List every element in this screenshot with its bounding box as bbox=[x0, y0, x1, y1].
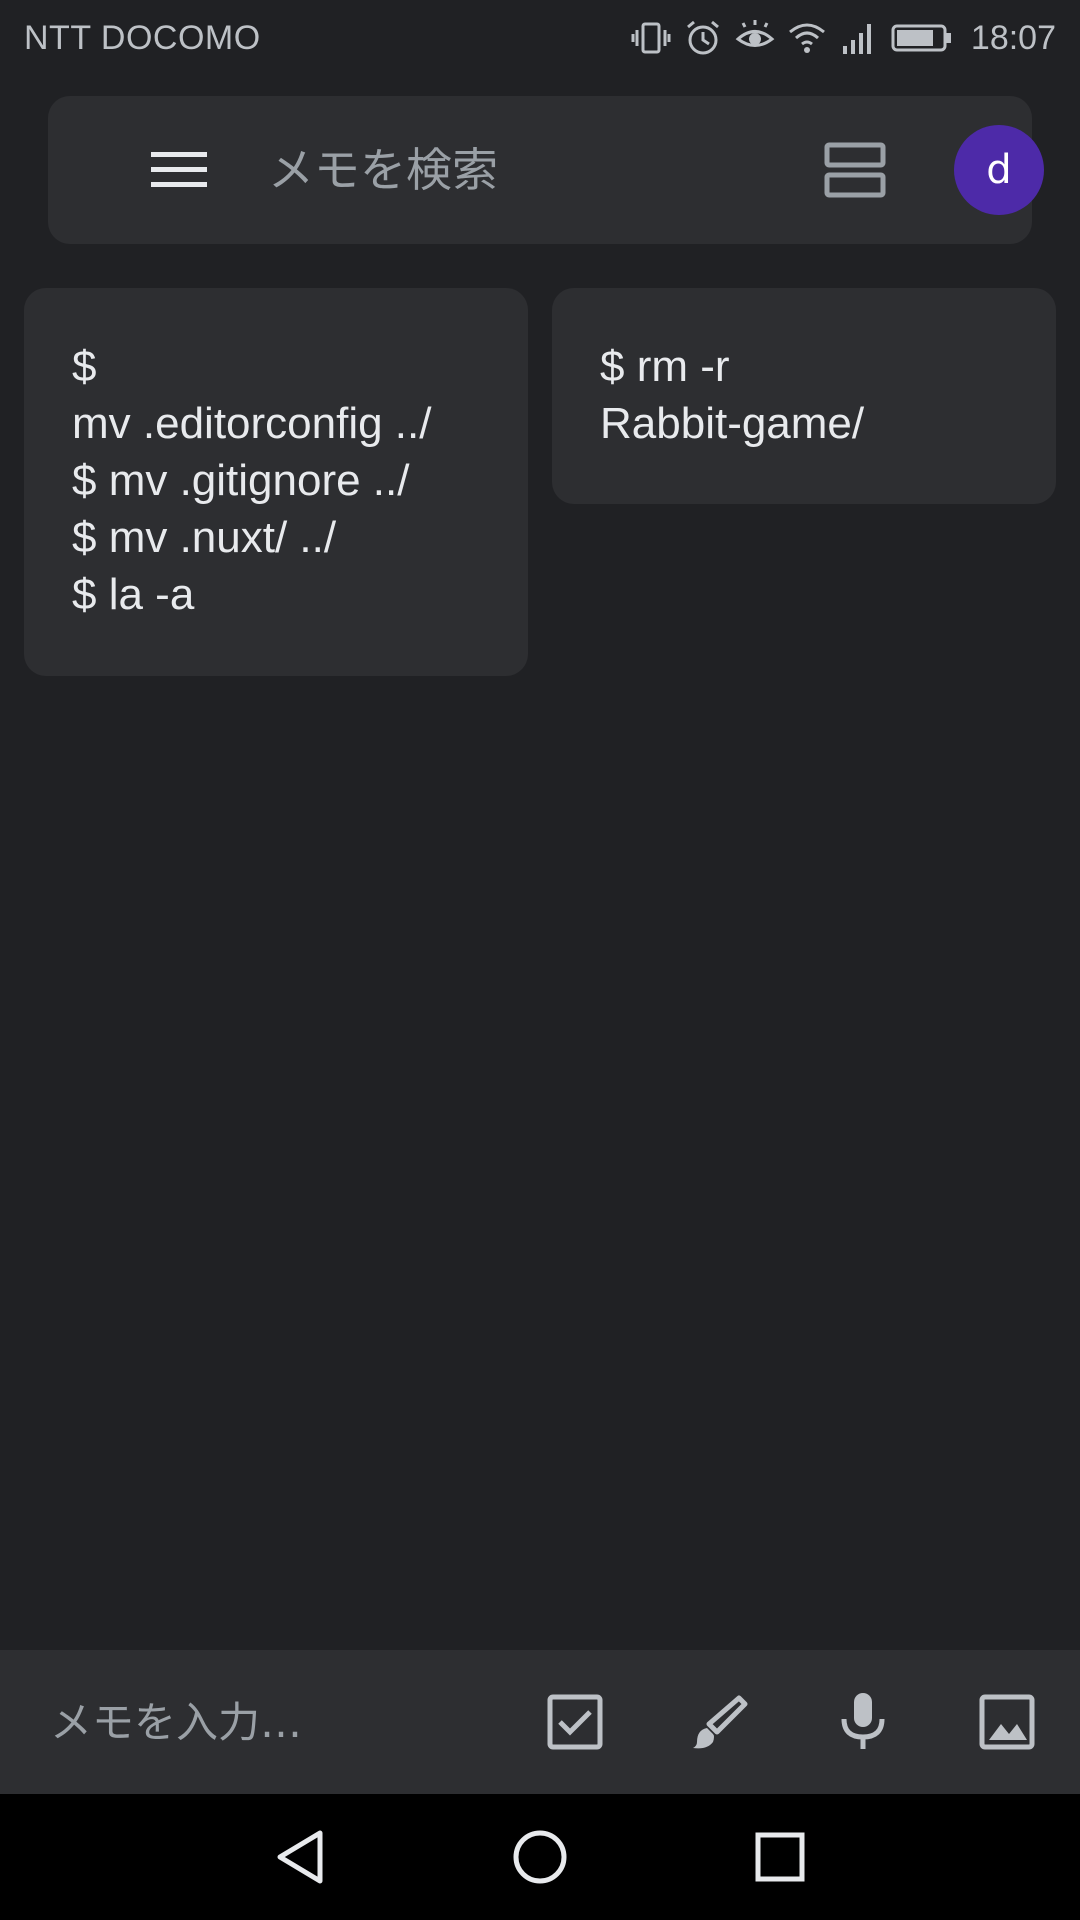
alarm-icon bbox=[683, 18, 723, 58]
back-icon[interactable] bbox=[268, 1825, 332, 1889]
screen: NTT DOCOMO 18:07 メモを検索 d $ mv .editorcon… bbox=[0, 0, 1080, 1920]
status-icons: 18:07 bbox=[631, 18, 1056, 58]
home-icon[interactable] bbox=[508, 1825, 572, 1889]
signal-icon bbox=[839, 18, 879, 58]
mic-icon[interactable] bbox=[830, 1689, 896, 1755]
note-card[interactable]: $ rm -r Rabbit-game/ bbox=[552, 288, 1056, 504]
search-input[interactable] bbox=[266, 134, 750, 206]
image-icon[interactable] bbox=[974, 1689, 1040, 1755]
eye-comfort-icon bbox=[735, 18, 775, 58]
checkbox-icon[interactable] bbox=[542, 1689, 608, 1755]
vibrate-icon bbox=[631, 18, 671, 58]
avatar[interactable]: d bbox=[954, 125, 1044, 215]
navigation-bar bbox=[0, 1794, 1080, 1920]
take-note-input[interactable] bbox=[48, 1686, 492, 1758]
take-note-bar bbox=[0, 1650, 1080, 1794]
note-card[interactable]: $ mv .editorconfig ../ $ mv .gitignore .… bbox=[24, 288, 528, 676]
carrier-name: NTT DOCOMO bbox=[24, 18, 261, 57]
status-bar: NTT DOCOMO 18:07 bbox=[0, 0, 1080, 76]
list-view-icon[interactable] bbox=[822, 137, 888, 203]
battery-icon bbox=[891, 18, 953, 58]
recents-icon[interactable] bbox=[748, 1825, 812, 1889]
wifi-icon bbox=[787, 18, 827, 58]
brush-icon[interactable] bbox=[686, 1689, 752, 1755]
status-time: 18:07 bbox=[970, 18, 1056, 57]
hamburger-menu-icon[interactable] bbox=[144, 135, 214, 205]
search-bar: d bbox=[48, 96, 1044, 244]
